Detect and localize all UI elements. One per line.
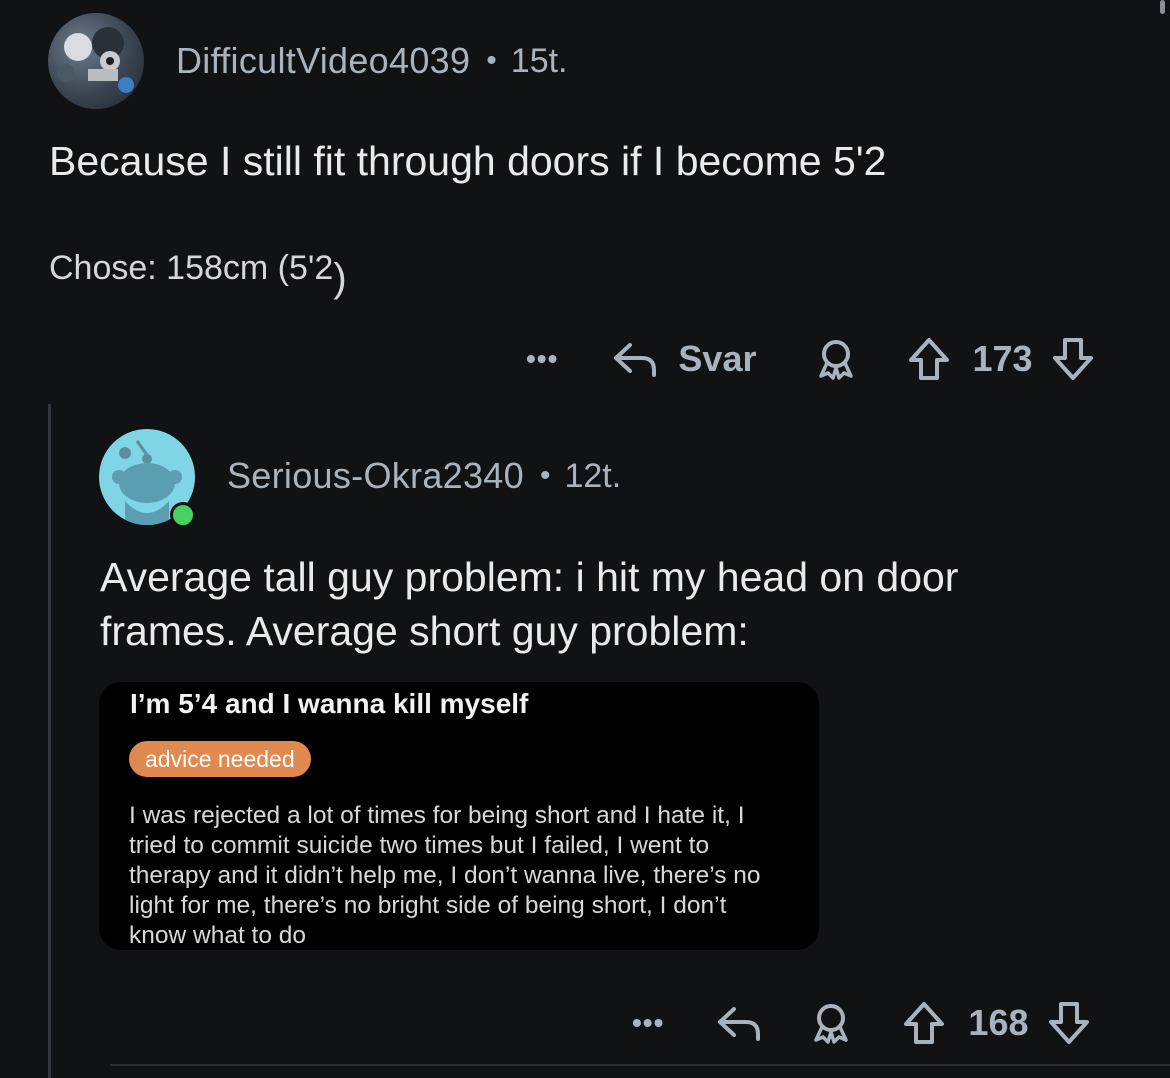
award-icon[interactable] [813,336,859,382]
post-body-line: know what to do [129,922,307,949]
username[interactable]: Serious-Okra2340 [227,455,524,497]
comment-body: Average tall guy problem: i hit my head … [100,550,958,658]
post-flair: advice needed [129,741,311,777]
timestamp: 12t. [564,456,622,495]
vote-score: 168 [968,1002,1029,1043]
upvote-icon[interactable] [907,336,951,382]
reply-button[interactable]: Svar [678,338,756,380]
thread-divider [110,1064,1170,1066]
timestamp: 15t. [510,41,568,80]
chose-label: Chose: 158cm (5'2) [49,244,347,300]
embedded-post-body: I was rejected a lot of times for being … [129,801,809,951]
post-body-line: therapy and it didn’t help me, I don’t w… [129,862,761,889]
reply-icon[interactable] [716,1003,762,1043]
more-options-button[interactable]: ••• [632,1007,664,1039]
more-options-button[interactable]: ••• [526,343,558,375]
separator: • [486,44,497,77]
embedded-post-title: I’m 5’4 and I wanna kill myself [130,688,529,719]
reply-icon[interactable] [612,339,658,379]
downvote-icon[interactable] [1047,1000,1091,1046]
chose-text: Chose: 158cm (5'2 [49,249,334,287]
post-body-line: light for me, there’s no bright side of … [129,892,727,919]
online-status-dot [170,502,196,528]
comment-body-line: Average tall guy problem: i hit my head … [100,554,959,600]
downvote-icon[interactable] [1051,336,1095,382]
username[interactable]: DifficultVideo4039 [176,40,470,82]
thread-line[interactable] [48,404,51,1078]
post-body-line: I was rejected a lot of times for being … [129,802,745,829]
separator: • [539,459,551,492]
vote-score: 173 [972,338,1033,379]
comment-body: Because I still fit through doors if I b… [49,138,887,184]
post-body-line: tried to commit suicide two times but I … [129,832,710,859]
comment-body-line: frames. Average short guy problem: [100,608,749,654]
award-icon[interactable] [808,1000,854,1046]
scrollbar-thumb[interactable] [1160,0,1165,14]
upvote-icon[interactable] [902,1000,946,1046]
avatar[interactable] [48,13,144,109]
chose-paren: ) [333,256,347,300]
